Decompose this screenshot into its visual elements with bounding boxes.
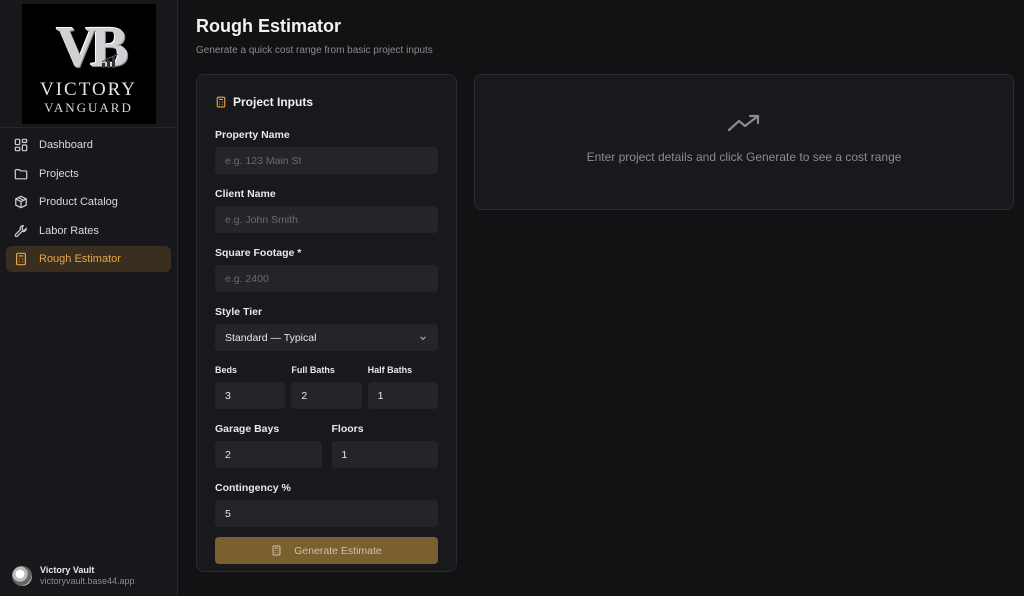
logo-monogram-text: VB xyxy=(56,13,129,79)
client-name-input[interactable] xyxy=(215,206,438,233)
logo-text-line1: VICTORY xyxy=(39,78,138,100)
contingency-label: Contingency % xyxy=(215,482,291,494)
sidebar-item-dashboard[interactable]: Dashboard xyxy=(6,132,171,158)
empty-state-text: Enter project details and click Generate… xyxy=(586,150,902,164)
panel-title: Project Inputs xyxy=(215,95,438,109)
folder-icon xyxy=(14,168,28,179)
style-tier-label: Style Tier xyxy=(215,306,263,318)
property-name-label: Property Name xyxy=(215,129,290,141)
beds-label: Beds xyxy=(215,365,238,375)
garage-bays-input[interactable] xyxy=(215,441,322,468)
sidebar-item-product-catalog[interactable]: Product Catalog xyxy=(6,189,171,215)
sidebar-item-label: Rough Estimator xyxy=(39,253,121,265)
sidebar-item-labor-rates[interactable]: Labor Rates xyxy=(6,218,171,244)
user-url: victoryvault.base44.app xyxy=(40,576,135,586)
sidebar-nav: Dashboard Projects Product Catalog Labor… xyxy=(0,128,177,279)
chevron-down-icon xyxy=(420,335,426,340)
square-footage-field-group: Square Footage * xyxy=(215,247,438,292)
beds-input[interactable] xyxy=(215,382,286,409)
user-account[interactable]: Victory Vault victoryvault.base44.app xyxy=(12,565,135,586)
square-footage-label: Square Footage * xyxy=(215,247,302,259)
dashboard-icon xyxy=(14,138,28,152)
garage-bays-field-group: Garage Bays xyxy=(215,423,322,468)
project-inputs-panel: Project Inputs Property Name Client Name… xyxy=(196,74,457,572)
half-baths-field-group: Half Baths xyxy=(367,365,438,409)
chart-bars-icon xyxy=(101,53,119,68)
page-title: Rough Estimator xyxy=(196,16,342,36)
user-name: Victory Vault xyxy=(40,565,95,575)
sidebar-item-label: Labor Rates xyxy=(39,224,99,237)
logo-container: VB VICTORY VANGUARD xyxy=(0,0,177,128)
calculator-icon xyxy=(16,252,26,266)
sidebar-item-projects[interactable]: Projects xyxy=(6,161,171,187)
app: VB VICTORY VANGUARD Dashboard Projects P… xyxy=(0,0,1024,596)
rooms-row: Beds Full Baths Half Baths xyxy=(215,365,438,409)
style-tier-select[interactable]: Standard — Typical xyxy=(215,324,438,351)
package-icon xyxy=(15,195,27,209)
brand-logo[interactable]: VB VICTORY VANGUARD xyxy=(21,3,156,124)
sidebar: VB VICTORY VANGUARD Dashboard Projects P… xyxy=(0,0,178,596)
full-baths-field-group: Full Baths xyxy=(291,365,362,409)
property-name-input[interactable] xyxy=(215,147,438,174)
calculator-icon xyxy=(216,96,226,108)
floors-label: Floors xyxy=(331,423,364,435)
avatar xyxy=(12,565,32,586)
sidebar-item-label: Product Catalog xyxy=(39,196,118,208)
half-baths-input[interactable] xyxy=(367,382,438,409)
square-footage-input[interactable] xyxy=(215,265,438,292)
generate-estimate-label: Generate Estimate xyxy=(294,544,382,557)
logo-monogram: VB xyxy=(56,17,129,76)
property-name-field-group: Property Name xyxy=(215,129,438,174)
estimate-result-panel: Enter project details and click Generate… xyxy=(474,74,1014,210)
user-info: Victory Vault victoryvault.base44.app xyxy=(40,565,135,586)
full-baths-label: Full Baths xyxy=(291,365,335,375)
full-baths-input[interactable] xyxy=(291,382,362,409)
logo-text-line2: VANGUARD xyxy=(44,99,133,115)
floors-input[interactable] xyxy=(331,441,438,468)
sidebar-item-rough-estimator[interactable]: Rough Estimator xyxy=(6,246,171,272)
style-tier-field-group: Style Tier Standard — Typical xyxy=(215,306,438,351)
beds-field-group: Beds xyxy=(215,365,286,409)
panel-title-text: Project Inputs xyxy=(233,95,314,109)
trending-up-icon xyxy=(727,114,760,132)
client-name-label: Client Name xyxy=(215,188,276,200)
generate-estimate-button[interactable]: Generate Estimate xyxy=(215,537,438,564)
main-content: Rough Estimator Generate a quick cost ra… xyxy=(178,0,1024,596)
half-baths-label: Half Baths xyxy=(367,365,413,375)
contingency-field-group: Contingency % xyxy=(215,482,438,527)
sidebar-item-label: Dashboard xyxy=(39,139,93,151)
sidebar-item-label: Projects xyxy=(39,167,79,180)
floors-field-group: Floors xyxy=(331,423,438,468)
client-name-field-group: Client Name xyxy=(215,188,438,233)
style-tier-value: Standard — Typical xyxy=(225,331,317,344)
wrench-icon xyxy=(14,224,27,237)
garage-bays-label: Garage Bays xyxy=(215,423,280,435)
calculator-icon xyxy=(272,545,281,556)
contingency-input[interactable] xyxy=(215,500,438,527)
structure-row: Garage Bays Floors xyxy=(215,423,438,468)
page-subtitle: Generate a quick cost range from basic p… xyxy=(196,45,433,56)
